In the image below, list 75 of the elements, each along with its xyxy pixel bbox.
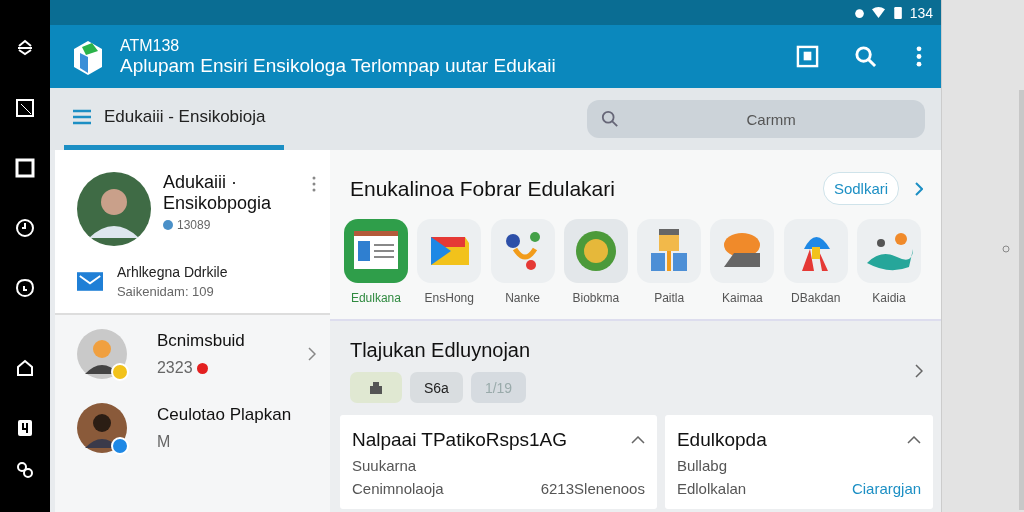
- section-title: Tlajukan Edluynojan: [349, 339, 532, 362]
- filter-chip[interactable]: [349, 372, 402, 403]
- chevron-right-icon[interactable]: [915, 181, 924, 196]
- card-line: Bullabg: [676, 457, 728, 474]
- app-item[interactable]: Paitla: [635, 219, 704, 305]
- contact-detail: 2323: [156, 359, 193, 377]
- app-title: Aplupam Ensiri Ensikologa Terlompap uutar Edukaii: [119, 54, 557, 77]
- app-label: Paitla: [654, 291, 685, 305]
- link-icon[interactable]: [14, 460, 35, 480]
- card-link[interactable]: Ciarargjan: [851, 480, 922, 497]
- contact-name: Bcnimsbuid: [156, 331, 246, 351]
- chevron-right-icon: [307, 347, 316, 361]
- app-icon: [416, 219, 483, 283]
- app-label: Kaidia: [872, 291, 906, 305]
- filter-chip[interactable]: S6a: [409, 372, 463, 403]
- app-label: Nanke: [505, 291, 540, 305]
- app-icon: [782, 219, 849, 283]
- house-icon[interactable]: [14, 358, 35, 378]
- section-title: Enukalinoa Fobrar Edulakari: [349, 176, 616, 201]
- wifi-icon: [871, 6, 885, 19]
- profile-count: 13089: [176, 218, 211, 232]
- chevron-up-icon[interactable]: [630, 436, 645, 444]
- card-title: Edulkopda: [676, 429, 767, 451]
- app-label: Biobkma: [572, 291, 620, 305]
- app-label: Edulkana: [350, 291, 401, 305]
- clock-icon[interactable]: [14, 218, 35, 238]
- contact-item[interactable]: Bcnimsbuid 2323: [54, 315, 330, 389]
- app-icon: [709, 219, 776, 283]
- app-icon: [636, 219, 703, 283]
- circle-icon: [1002, 245, 1011, 253]
- bag-icon: [367, 379, 384, 396]
- app-icon: [489, 219, 556, 283]
- app-icon: [342, 219, 409, 283]
- contact-detail: M: [156, 433, 171, 451]
- card-value: 6213Slenenoos: [540, 480, 645, 497]
- app-item[interactable]: Kaimaa: [708, 219, 777, 305]
- contact-item[interactable]: Ceulotao Plapkan M: [54, 389, 330, 463]
- app-item[interactable]: DBakdan: [781, 219, 850, 305]
- more-icon[interactable]: [915, 45, 924, 68]
- alarm-icon: [852, 6, 866, 19]
- avatar-silhouette: [76, 403, 127, 453]
- app-label: Kaimaa: [722, 291, 763, 305]
- app-label: EnsHong: [424, 291, 474, 305]
- search-field[interactable]: Carmm: [587, 100, 926, 138]
- card-title: Nalpaai TPatikoRsps1AG: [351, 429, 568, 451]
- see-all-button[interactable]: Sodlkari: [822, 172, 900, 205]
- app-item[interactable]: Nanke: [488, 219, 557, 305]
- app-item[interactable]: EnsHong: [415, 219, 484, 305]
- more-icon[interactable]: [311, 176, 316, 192]
- card-line: Cenimnolaoja: [351, 480, 444, 497]
- app-code: ATM138: [119, 36, 181, 55]
- square-icon[interactable]: [14, 98, 35, 118]
- card-line: Suukarna: [351, 457, 418, 474]
- tab-label: Edukaiii - Ensikobioja: [103, 106, 266, 127]
- chevron-up-icon[interactable]: [907, 436, 922, 444]
- profile-name: Adukaiii · Ensikobpogia: [162, 172, 273, 214]
- square-icon[interactable]: [14, 158, 35, 178]
- contact-name: Ceulotao Plapkan: [156, 405, 293, 425]
- chevron-right-icon[interactable]: [915, 364, 924, 378]
- app-item[interactable]: Kaidia: [855, 219, 924, 305]
- app-label: DBakdan: [791, 291, 841, 305]
- app-icon: [562, 219, 629, 283]
- app-icon: [856, 219, 923, 283]
- window-icon[interactable]: [796, 45, 820, 68]
- mail-subtitle: Saikenidam: 109: [116, 284, 215, 299]
- card-line: Edlolkalan: [676, 480, 747, 497]
- avatar-silhouette: [76, 329, 127, 379]
- clock-time: 134: [909, 4, 934, 21]
- menu-icon[interactable]: [71, 108, 92, 125]
- globe-icon: [162, 220, 173, 230]
- app-item[interactable]: Edulkana: [341, 219, 410, 305]
- mail-title: Arhlkegna Ddrkile: [116, 264, 228, 280]
- mail-icon[interactable]: [76, 272, 103, 291]
- app-item[interactable]: Biobkma: [561, 219, 630, 305]
- search-icon[interactable]: [854, 45, 878, 68]
